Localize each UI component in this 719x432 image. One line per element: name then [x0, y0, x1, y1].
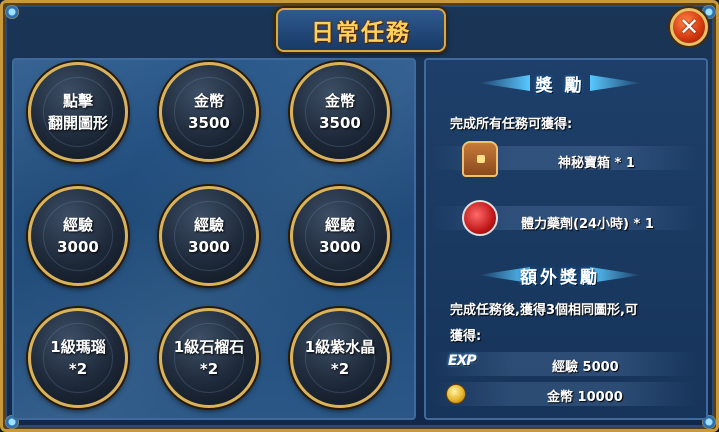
- bonus-description: 獲得:: [450, 329, 482, 344]
- close-button[interactable]: ✕: [670, 8, 708, 46]
- gold-coin-icon: [446, 384, 466, 404]
- task-label: 經驗: [62, 216, 93, 234]
- task-label: 1級石榴石: [173, 338, 245, 356]
- bonus-description: 完成任務後,獲得3個相同圖形,可: [450, 303, 638, 318]
- window-title: 日常任務: [311, 20, 411, 46]
- bonus-item-label: 金幣 10000: [547, 390, 623, 405]
- task-value: 3000: [188, 238, 230, 256]
- reward-item-label: 體力藥劑(24小時) * 1: [521, 217, 654, 232]
- task-orb[interactable]: 點擊 翻開圖形: [28, 62, 128, 162]
- bonus-header: 額外獎勵: [478, 262, 642, 288]
- title-plate: 日常任務: [276, 8, 446, 52]
- task-label: 1級紫水晶: [304, 338, 376, 356]
- task-value: *2: [199, 360, 219, 378]
- task-value: *2: [330, 360, 350, 378]
- wing-left-icon: [478, 75, 530, 91]
- reward-item-label: 神秘寶箱 * 1: [558, 156, 635, 171]
- bonus-item-label: 經驗 5000: [552, 360, 619, 375]
- task-orb[interactable]: 金幣 3500: [290, 62, 390, 162]
- task-value: *2: [68, 360, 88, 378]
- task-value: 翻開圖形: [47, 114, 108, 132]
- task-orb[interactable]: 經驗 3000: [159, 186, 259, 286]
- task-orb[interactable]: 1級紫水晶 *2: [290, 308, 390, 408]
- task-label: 經驗: [193, 216, 224, 234]
- task-orb[interactable]: 1級石榴石 *2: [159, 308, 259, 408]
- task-value: 3000: [57, 238, 99, 256]
- rewards-header: 獎 勵: [478, 70, 642, 96]
- task-value: 3500: [319, 114, 361, 132]
- corner-gem-icon: [5, 5, 19, 19]
- stamina-potion-icon: [462, 200, 498, 236]
- treasure-chest-icon: [462, 141, 498, 177]
- close-icon: ✕: [678, 13, 700, 41]
- task-label: 1級瑪瑙: [50, 338, 106, 356]
- task-label: 點擊: [62, 92, 93, 110]
- task-label: 金幣: [193, 92, 224, 110]
- task-value: 3000: [319, 238, 361, 256]
- task-orb[interactable]: 經驗 3000: [28, 186, 128, 286]
- task-label: 金幣: [324, 92, 355, 110]
- task-orb[interactable]: 經驗 3000: [290, 186, 390, 286]
- task-label: 經驗: [324, 216, 355, 234]
- task-orb[interactable]: 金幣 3500: [159, 62, 259, 162]
- exp-icon: EXP: [448, 353, 477, 369]
- wing-right-icon: [590, 75, 642, 91]
- rewards-intro: 完成所有任務可獲得:: [450, 117, 573, 132]
- task-orb[interactable]: 1級瑪瑙 *2: [28, 308, 128, 408]
- task-value: 3500: [188, 114, 230, 132]
